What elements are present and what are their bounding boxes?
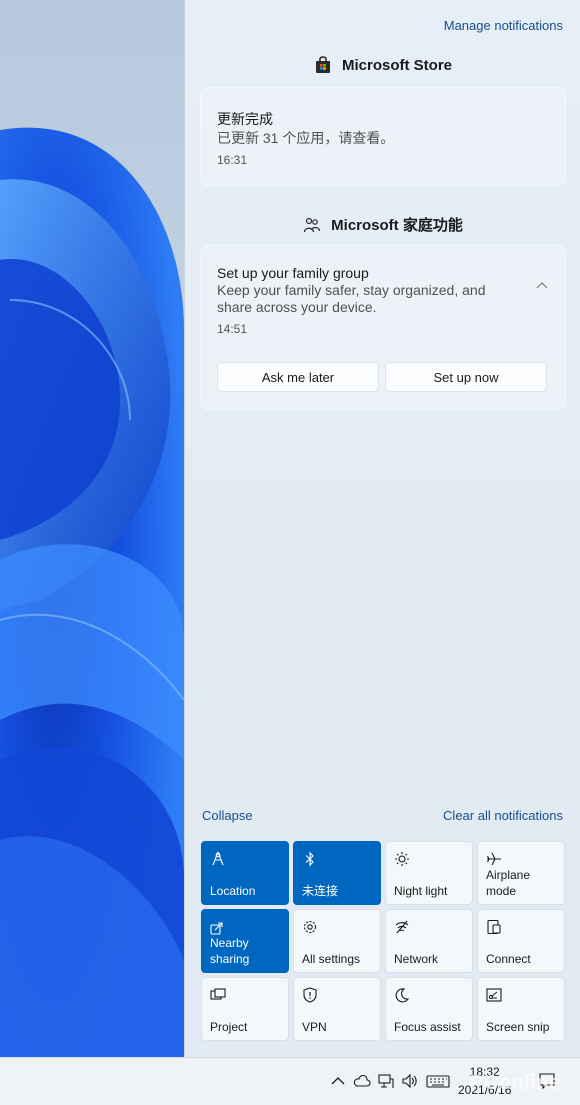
microsoft-store-group-header: Microsoft Store [185,56,580,74]
clear-all-notifications-link[interactable]: Clear all notifications [443,808,563,823]
notification-title: 更新完成 [217,111,273,127]
chevron-up-icon[interactable] [535,279,549,293]
tile-label: Network [394,952,439,966]
onedrive-icon[interactable] [353,1072,371,1090]
desktop-wallpaper [0,0,184,1057]
tile-nearby-sharing[interactable]: Nearby sharing [201,909,289,973]
notification-title: Set up your family group [217,265,369,281]
tile-project[interactable]: Project [201,977,289,1041]
gear-icon [303,920,317,934]
notification-body: Keep your family safer, stay organized, … [217,282,486,315]
chevron-up-icon[interactable] [329,1072,347,1090]
action-center-panel: Manage notifications Microsoft Store 更新完… [184,0,580,1057]
quick-actions-grid: Location 未连接 Night light Airplane mode N… [201,841,565,1041]
tile-label: Night light [394,884,448,898]
screen-snip-icon [486,988,502,1002]
tile-label: Location [210,884,256,898]
keyboard-icon[interactable] [426,1072,450,1090]
tile-all-settings[interactable]: All settings [293,909,381,973]
set-up-now-button[interactable]: Set up now [385,362,547,392]
family-notification-card[interactable]: Set up your family group Keep your famil… [201,246,565,409]
tile-vpn[interactable]: VPN [293,977,381,1041]
tile-label: Screen snip [486,1020,550,1034]
tile-label: 未连接 [302,884,339,898]
watermark-logo: PConline [470,1072,561,1094]
night-light-icon [395,852,409,866]
tile-bluetooth[interactable]: 未连接 [293,841,381,905]
tile-screen-snip[interactable]: Screen snip [477,977,565,1041]
tile-location[interactable]: Location [201,841,289,905]
tile-label: All settings [302,952,361,966]
notification-time: 16:31 [217,153,248,167]
tile-label: Connect [486,952,531,966]
connect-icon [487,919,501,935]
notification-time: 14:51 [217,322,248,336]
family-app-name: Microsoft 家庭功能 [331,217,463,234]
tile-connect[interactable]: Connect [477,909,565,973]
network-icon[interactable] [377,1072,395,1090]
taskbar: 18:32 2021/6/16 PConline [0,1057,580,1105]
tile-label: Focus assist [394,1020,461,1034]
tile-network[interactable]: Network [385,909,473,973]
project-icon [210,988,226,1000]
location-icon [212,851,224,866]
ask-me-later-button[interactable]: Ask me later [217,362,379,392]
store-bag-icon [315,56,330,73]
tile-label: Nearby sharing [210,936,250,966]
notification-body: 已更新 31 个应用，请查看。 [217,130,395,146]
tile-focus-assist[interactable]: Focus assist [385,977,473,1041]
focus-assist-icon [395,988,410,1003]
manage-notifications-link[interactable]: Manage notifications [444,18,563,33]
store-notification-card[interactable]: 更新完成 已更新 31 个应用，请查看。 16:31 [201,88,565,185]
nearby-sharing-icon [210,922,223,935]
volume-icon[interactable] [401,1072,419,1090]
family-icon [304,217,321,232]
tile-label: Airplane mode [486,868,531,898]
vpn-icon [303,987,317,1003]
tile-night-light[interactable]: Night light [385,841,473,905]
airplane-icon [487,852,501,866]
tile-label: VPN [302,1020,327,1034]
collapse-link[interactable]: Collapse [202,808,253,823]
network-icon [395,920,409,934]
tile-airplane-mode[interactable]: Airplane mode [477,841,565,905]
bluetooth-icon [305,851,314,867]
store-app-name: Microsoft Store [341,56,452,74]
notification-actions: Ask me later Set up now [217,362,547,392]
tile-label: Project [210,1020,248,1034]
family-group-header: Microsoft 家庭功能 [185,214,580,235]
